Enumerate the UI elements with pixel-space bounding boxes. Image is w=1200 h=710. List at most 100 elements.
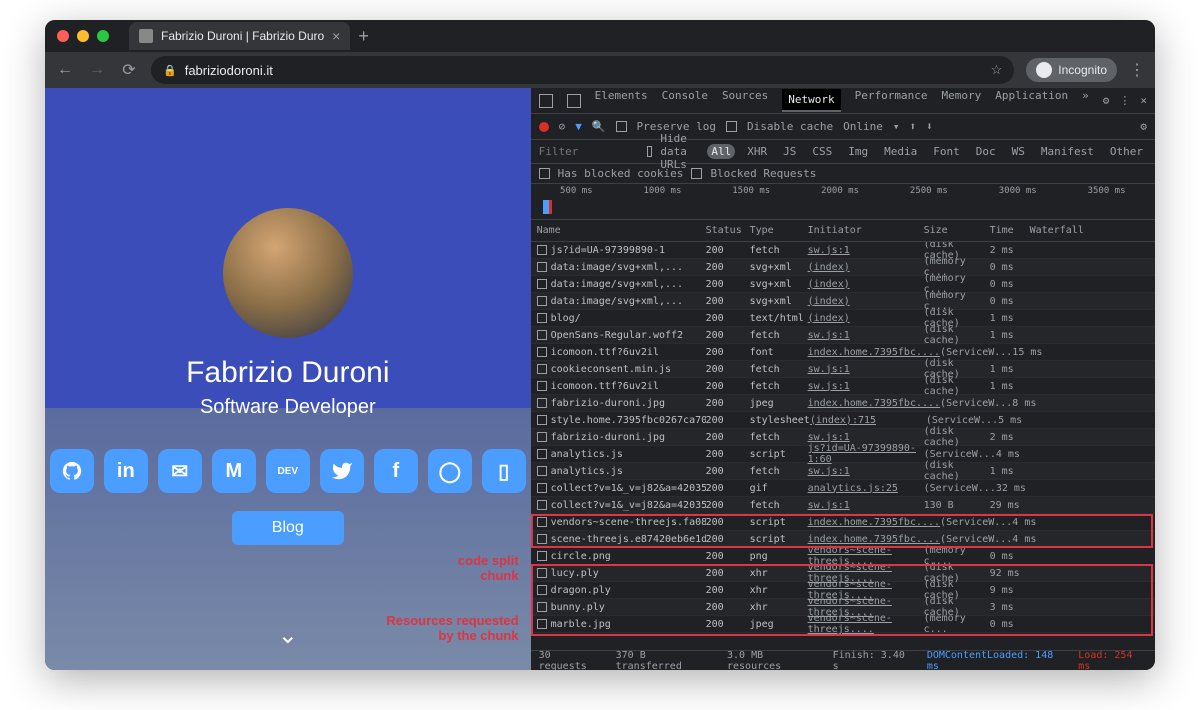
medium-icon[interactable]: M [212, 449, 256, 493]
close-window-button[interactable] [57, 30, 69, 42]
table-row[interactable]: marble.jpg 200 jpeg vendors~scene-threej… [531, 616, 1155, 633]
initiator-link[interactable]: sw.js:1 [808, 432, 850, 443]
bookmark-star-icon[interactable]: ☆ [991, 62, 1003, 78]
devtools-close-icon[interactable]: × [1140, 94, 1147, 107]
filter-doc[interactable]: Doc [972, 144, 1000, 159]
filter-toggle-icon[interactable]: ▼ [575, 120, 582, 133]
reload-button[interactable]: ⟳ [119, 60, 139, 80]
initiator-link[interactable]: sw.js:1 [808, 466, 850, 477]
table-row[interactable]: style.home.7395fbc0267ca700de83.... 200 … [531, 412, 1155, 429]
blocked-requests-checkbox[interactable] [691, 168, 702, 179]
filter-ws[interactable]: WS [1008, 144, 1029, 159]
filter-js[interactable]: JS [779, 144, 800, 159]
tab-console[interactable]: Console [662, 89, 708, 112]
table-row[interactable]: fabrizio-duroni.jpg 200 jpeg index.home.… [531, 395, 1155, 412]
initiator-link[interactable]: (index) [808, 262, 850, 273]
initiator-link[interactable]: (index):715 [810, 415, 876, 426]
col-waterfall[interactable]: Waterfall [1030, 225, 1155, 236]
initiator-link[interactable]: analytics.js:25 [808, 483, 898, 494]
mobile-icon[interactable]: ▯ [482, 449, 526, 493]
address-bar[interactable]: 🔒 fabriziodoroni.it ☆ [151, 56, 1014, 84]
tab-sources[interactable]: Sources [722, 89, 768, 112]
col-size[interactable]: Size [924, 225, 990, 236]
table-row[interactable]: OpenSans-Regular.woff2 200 fetch sw.js:1… [531, 327, 1155, 344]
table-row[interactable]: blog/ 200 text/html (index) (disk cache)… [531, 310, 1155, 327]
tab-application[interactable]: Application [995, 89, 1068, 112]
device-icon[interactable] [567, 94, 581, 108]
filter-all[interactable]: All [707, 144, 735, 159]
forward-button[interactable]: → [87, 61, 107, 79]
tab-performance[interactable]: Performance [855, 89, 928, 112]
filter-css[interactable]: CSS [808, 144, 836, 159]
filter-media[interactable]: Media [880, 144, 921, 159]
table-row[interactable]: analytics.js 200 script js?id=UA-9739989… [531, 446, 1155, 463]
search-icon[interactable]: 🔍 [592, 120, 606, 133]
throttle-chevron-icon[interactable]: ▾ [893, 120, 900, 133]
initiator-link[interactable]: index.home.7395fbc.... [808, 347, 940, 358]
linkedin-icon[interactable]: in [104, 449, 148, 493]
settings-gear-icon[interactable]: ⚙ [1103, 94, 1110, 107]
hide-data-urls-checkbox[interactable] [647, 146, 653, 157]
table-row[interactable]: data:image/svg+xml,... 200 svg+xml (inde… [531, 293, 1155, 310]
close-tab-icon[interactable]: × [332, 28, 340, 44]
tab-elements[interactable]: Elements [595, 89, 648, 112]
chevron-down-icon[interactable]: ⌄ [278, 621, 298, 650]
filter-xhr[interactable]: XHR [743, 144, 771, 159]
upload-icon[interactable]: ⬆ [910, 120, 917, 133]
col-status[interactable]: Status [706, 225, 750, 236]
initiator-link[interactable]: sw.js:1 [808, 330, 850, 341]
filter-img[interactable]: Img [844, 144, 872, 159]
facebook-icon[interactable]: f [374, 449, 418, 493]
initiator-link[interactable]: index.home.7395fbc.... [808, 517, 940, 528]
github-icon[interactable] [50, 449, 94, 493]
initiator-link[interactable]: index.home.7395fbc.... [808, 534, 940, 545]
back-button[interactable]: ← [55, 61, 75, 79]
initiator-link[interactable]: js?id=UA-97399890-1:60 [808, 443, 916, 465]
network-settings-icon[interactable]: ⚙ [1140, 120, 1147, 133]
browser-tab[interactable]: Fabrizio Duroni | Fabrizio Duro × [129, 22, 350, 50]
table-row[interactable]: collect?v=1&_v=j82&a=420357966&t... 200 … [531, 497, 1155, 514]
preserve-log-checkbox[interactable] [616, 121, 627, 132]
col-type[interactable]: Type [750, 225, 808, 236]
col-initiator[interactable]: Initiator [808, 225, 924, 236]
tab-network[interactable]: Network [782, 89, 840, 112]
initiator-link[interactable]: (index) [808, 296, 850, 307]
devto-icon[interactable]: DEV [266, 449, 310, 493]
col-name[interactable]: Name [531, 225, 706, 236]
download-icon[interactable]: ⬇ [926, 120, 933, 133]
initiator-link[interactable]: index.home.7395fbc.... [808, 398, 940, 409]
twitter-icon[interactable] [320, 449, 364, 493]
table-row[interactable]: collect?v=1&_v=j82&a=420357966&t... 200 … [531, 480, 1155, 497]
record-button[interactable] [539, 122, 549, 132]
initiator-link[interactable]: (index) [808, 313, 850, 324]
table-row[interactable]: js?id=UA-97399890-1 200 fetch sw.js:1 (d… [531, 242, 1155, 259]
blog-button[interactable]: Blog [232, 511, 344, 545]
initiator-link[interactable]: (index) [808, 279, 850, 290]
initiator-link[interactable]: sw.js:1 [808, 500, 850, 511]
filter-input[interactable] [539, 145, 639, 158]
blocked-cookies-checkbox[interactable] [539, 168, 550, 179]
new-tab-button[interactable]: + [358, 26, 369, 47]
devtools-menu-icon[interactable]: ⋮ [1119, 94, 1130, 107]
initiator-link[interactable]: sw.js:1 [808, 381, 850, 392]
filter-other[interactable]: Other [1106, 144, 1147, 159]
maximize-window-button[interactable] [97, 30, 109, 42]
filter-manifest[interactable]: Manifest [1037, 144, 1098, 159]
table-row[interactable]: data:image/svg+xml,... 200 svg+xml (inde… [531, 259, 1155, 276]
disable-cache-checkbox[interactable] [726, 121, 737, 132]
more-tabs-icon[interactable]: » [1082, 89, 1089, 112]
throttle-dropdown[interactable]: Online [843, 120, 883, 133]
mail-icon[interactable]: ✉ [158, 449, 202, 493]
table-row[interactable]: analytics.js 200 fetch sw.js:1 (disk cac… [531, 463, 1155, 480]
instagram-icon[interactable]: ◯ [428, 449, 472, 493]
table-row[interactable]: cookieconsent.min.js 200 fetch sw.js:1 (… [531, 361, 1155, 378]
table-row[interactable]: icomoon.ttf?6uv2il 200 font index.home.7… [531, 344, 1155, 361]
inspect-icon[interactable] [539, 94, 553, 108]
clear-icon[interactable]: ⊘ [559, 120, 566, 133]
tab-memory[interactable]: Memory [942, 89, 982, 112]
table-row[interactable]: vendors~scene-threejs.fa084c255eb... 200… [531, 514, 1155, 531]
filter-font[interactable]: Font [929, 144, 964, 159]
col-time[interactable]: Time [990, 225, 1030, 236]
table-row[interactable]: icomoon.ttf?6uv2il 200 fetch sw.js:1 (di… [531, 378, 1155, 395]
initiator-link[interactable]: sw.js:1 [808, 245, 850, 256]
